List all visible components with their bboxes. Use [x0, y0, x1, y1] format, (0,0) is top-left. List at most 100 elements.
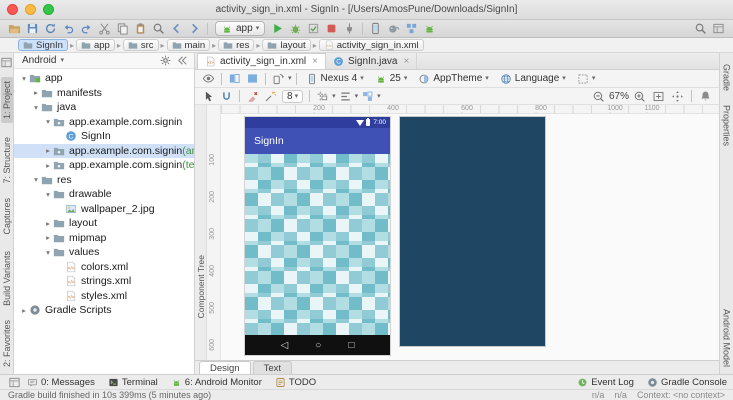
tree-open-arrow-icon[interactable]: ▾: [19, 74, 29, 83]
tool-strip-gradle[interactable]: Gradle: [722, 64, 732, 91]
redo-icon[interactable]: [78, 21, 95, 36]
tree-closed-arrow-icon[interactable]: ▸: [31, 88, 41, 97]
coverage-icon[interactable]: [305, 21, 322, 36]
tab-text[interactable]: Text: [252, 361, 293, 374]
tool-strip-captures[interactable]: Captures: [2, 198, 12, 235]
tab-signin-java[interactable]: C SignIn.java ×: [326, 53, 418, 69]
close-tab-icon[interactable]: ×: [403, 56, 409, 67]
fragment-selector[interactable]: ▾: [572, 71, 601, 86]
render-options-icon[interactable]: [200, 71, 217, 86]
tree-open-arrow-icon[interactable]: ▾: [43, 248, 53, 257]
tree-item-drawable[interactable]: ▾ drawable: [14, 187, 194, 202]
attach-icon[interactable]: [341, 21, 358, 36]
blueprint-screen[interactable]: [400, 117, 545, 346]
stop-icon[interactable]: [323, 21, 340, 36]
tool-strip-2-favorites[interactable]: 2: Favorites: [2, 320, 12, 367]
tree-item-wallpaper-2-jpg[interactable]: wallpaper_2.jpg: [14, 202, 194, 217]
zoom-fit-icon[interactable]: [650, 89, 667, 104]
open-icon[interactable]: [6, 21, 23, 36]
gradle-sync-icon[interactable]: [385, 21, 402, 36]
fullscreen-window-button[interactable]: [43, 4, 54, 15]
cut-icon[interactable]: [96, 21, 113, 36]
tree-item-colors-xml[interactable]: </> colors.xml: [14, 260, 194, 275]
pack-icon[interactable]: [359, 89, 376, 104]
component-tree-label[interactable]: Component Tree: [196, 255, 206, 318]
tree-open-arrow-icon[interactable]: ▾: [43, 190, 53, 199]
tree-closed-arrow-icon[interactable]: ▸: [43, 146, 53, 155]
tool-window-switcher-icon[interactable]: [6, 375, 23, 390]
breadcrumb-activity-sign-in-xml[interactable]: </> activity_sign_in.xml: [318, 39, 424, 51]
close-window-button[interactable]: [7, 4, 18, 15]
project-structure-icon[interactable]: [403, 21, 420, 36]
back-icon[interactable]: [168, 21, 185, 36]
design-mode-icon[interactable]: [244, 71, 261, 86]
breadcrumb-main[interactable]: main: [166, 39, 211, 51]
tree-item-strings-xml[interactable]: </> strings.xml: [14, 274, 194, 289]
zoom-out-icon[interactable]: [590, 89, 607, 104]
tree-item-res[interactable]: ▾ res: [14, 173, 194, 188]
breadcrumb-res[interactable]: res: [218, 39, 255, 51]
default-margin-selector[interactable]: 8 ▾: [282, 89, 304, 103]
tree-open-arrow-icon[interactable]: ▾: [31, 103, 41, 112]
api-level-selector[interactable]: 25 ▾: [370, 71, 413, 86]
tree-item-app-example-com-signin-test[interactable]: ▸ app.example.com.signin (test): [14, 158, 194, 173]
design-blueprint-mode-icon[interactable]: [226, 71, 243, 86]
autoconnect-icon[interactable]: [218, 89, 235, 104]
tool-strip-android-model[interactable]: Android Model: [722, 309, 732, 367]
tree-closed-arrow-icon[interactable]: ▸: [19, 306, 29, 315]
tree-open-arrow-icon[interactable]: ▾: [43, 117, 53, 126]
sync-icon[interactable]: [42, 21, 59, 36]
save-all-icon[interactable]: [24, 21, 41, 36]
tool-strip-build-variants[interactable]: Build Variants: [2, 251, 12, 306]
toolwindow-0-messages[interactable]: 0: Messages: [27, 377, 95, 388]
tree-closed-arrow-icon[interactable]: ▸: [43, 161, 53, 170]
tool-strip-1-project[interactable]: 1: Project: [0, 77, 13, 124]
tree-item-layout[interactable]: ▸ layout: [14, 216, 194, 231]
paste-icon[interactable]: [132, 21, 149, 36]
toolwindow-6-android-monitor[interactable]: 6: Android Monitor: [171, 377, 262, 388]
orientation-icon[interactable]: [270, 71, 287, 86]
tree-item-values[interactable]: ▾ values: [14, 245, 194, 260]
tree-item-mipmap[interactable]: ▸ mipmap: [14, 231, 194, 246]
tool-strip-properties[interactable]: Properties: [722, 105, 732, 146]
tree-open-arrow-icon[interactable]: ▾: [31, 175, 41, 184]
copy-icon[interactable]: [114, 21, 131, 36]
align-icon[interactable]: [337, 89, 354, 104]
toolwindow-terminal[interactable]: Terminal: [108, 377, 158, 388]
minimize-window-button[interactable]: [25, 4, 36, 15]
find-icon[interactable]: [150, 21, 167, 36]
breadcrumb-layout[interactable]: layout: [262, 39, 311, 51]
toolwindow-gradle-console[interactable]: Gradle Console: [647, 377, 727, 388]
avd-manager-icon[interactable]: [367, 21, 384, 36]
tree-item-gradle-scripts[interactable]: ▸ Gradle Scripts: [14, 303, 194, 318]
tree-item-app-example-com-signin-androidte[interactable]: ▸ app.example.com.signin (androidTe: [14, 143, 194, 158]
tab-design[interactable]: Design: [199, 361, 251, 374]
theme-selector[interactable]: AppTheme ▾: [413, 71, 493, 86]
tool-strip-7-structure[interactable]: 7: Structure: [2, 137, 12, 184]
zoom-in-icon[interactable]: [631, 89, 648, 104]
tree-item-signin[interactable]: C SignIn: [14, 129, 194, 144]
component-tree-strip[interactable]: Component Tree: [195, 105, 207, 360]
guidelines-icon[interactable]: [314, 89, 331, 104]
gear-icon[interactable]: [157, 53, 174, 68]
tree-item-app[interactable]: ▾ app: [14, 71, 194, 86]
hide-panel-icon[interactable]: [174, 53, 191, 68]
notifications-bell-icon[interactable]: [697, 89, 714, 104]
clear-constraints-icon[interactable]: [244, 89, 261, 104]
undo-icon[interactable]: [60, 21, 77, 36]
select-tool-icon[interactable]: [200, 89, 217, 104]
tree-closed-arrow-icon[interactable]: ▸: [43, 233, 53, 242]
tree-closed-arrow-icon[interactable]: ▸: [43, 219, 53, 228]
toolwindow-event-log[interactable]: Event Log: [577, 377, 634, 388]
pan-icon[interactable]: [669, 89, 686, 104]
sdk-manager-icon[interactable]: [421, 21, 438, 36]
design-canvas[interactable]: Component Tree 100 200 300 400 500 600 200 400…: [195, 105, 719, 360]
run-icon[interactable]: [269, 21, 286, 36]
window-icon[interactable]: [710, 21, 727, 36]
tree-item-app-example-com-signin[interactable]: ▾ app.example.com.signin: [14, 115, 194, 130]
infer-constraints-icon[interactable]: [262, 89, 279, 104]
search-icon[interactable]: [692, 21, 709, 36]
debug-icon[interactable]: [287, 21, 304, 36]
forward-icon[interactable]: [186, 21, 203, 36]
device-selector[interactable]: Nexus 4 ▾: [301, 71, 369, 86]
